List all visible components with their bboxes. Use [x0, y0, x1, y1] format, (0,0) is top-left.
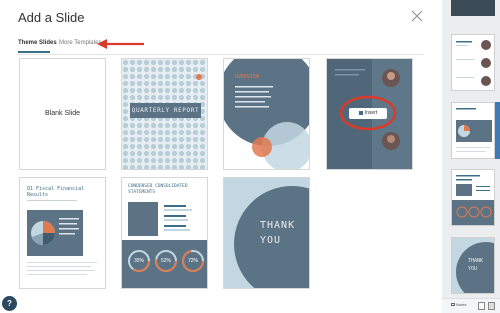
- team-slide-thumbnail[interactable]: Insert: [326, 58, 413, 170]
- consolidated-graphic: [122, 202, 207, 288]
- blank-slide-thumbnail[interactable]: Blank Slide: [19, 58, 106, 170]
- tab-theme-slides[interactable]: Theme Slides: [18, 40, 57, 46]
- insert-button[interactable]: Insert: [349, 108, 387, 119]
- list-view-icon[interactable]: [488, 302, 495, 310]
- quarterly-report-title: QUARTERLY REPORT: [131, 107, 200, 114]
- overview-heading: OVERVIEW: [235, 74, 260, 80]
- slide-panel-footer: Notes: [442, 298, 500, 313]
- slide-panel-thank-you-text: THANK YOU: [468, 258, 484, 272]
- dialog-title: Add a Slide: [18, 10, 85, 25]
- stat-value: 52%: [160, 258, 171, 264]
- financial-results-thumbnail[interactable]: Q1 Fiscal Financial Results: [19, 177, 106, 289]
- notes-icon: [451, 303, 455, 307]
- active-tab-indicator: [18, 51, 50, 53]
- blank-slide-label: Blank Slide: [44, 110, 81, 117]
- annotation-arrow-icon: [97, 39, 144, 49]
- slide-panel-thumb-graphic: [456, 40, 491, 86]
- grid-view-icon[interactable]: [478, 302, 485, 310]
- overview-slide-thumbnail[interactable]: OVERVIEW: [223, 58, 310, 170]
- selected-slide-indicator: [495, 102, 500, 159]
- slide-panel-thumb-graphic: [452, 175, 494, 225]
- quarterly-report-thumbnail[interactable]: QUARTERLY REPORT: [121, 58, 208, 170]
- financial-pie-graphic: [27, 200, 97, 275]
- slide-panel-thumb-partial[interactable]: [451, 0, 495, 16]
- insert-icon: [358, 110, 363, 115]
- slide-panel-thumb[interactable]: [451, 34, 495, 91]
- thank-you-text: THANK YOU: [260, 220, 296, 246]
- close-icon[interactable]: [410, 9, 424, 23]
- slide-panel-thumb-graphic: [456, 108, 492, 152]
- dot-pattern-background: [122, 59, 207, 169]
- help-button[interactable]: ?: [2, 296, 17, 311]
- insert-button-label: Insert: [364, 110, 378, 116]
- slide-panel: THANK YOU: [442, 0, 500, 313]
- consolidated-statements-thumbnail[interactable]: CONDENSED CONSOLIDATED STATEMENTS 35% 52…: [121, 177, 208, 289]
- thank-you-thumbnail[interactable]: THANK YOU: [223, 177, 310, 289]
- notes-toggle[interactable]: Notes: [451, 302, 466, 307]
- slide-panel-thumb[interactable]: [451, 102, 495, 159]
- slide-panel-thumb[interactable]: [451, 169, 495, 226]
- slide-panel-thumb[interactable]: THANK YOU: [451, 237, 495, 294]
- stat-value: 35%: [133, 258, 144, 264]
- add-slide-dialog: Add a Slide Theme Slides More Templates …: [0, 0, 442, 313]
- tab-divider: [18, 54, 424, 55]
- stat-value: 72%: [187, 258, 198, 264]
